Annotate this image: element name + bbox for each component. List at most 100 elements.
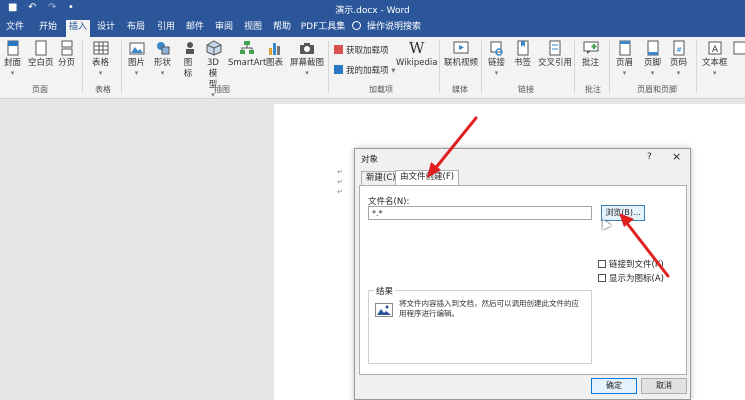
wikipedia-button[interactable]: W Wikipedia <box>396 40 437 69</box>
display-as-icon-label: 显示为图标(A) <box>609 274 664 284</box>
title-bar: ■ ↶ ↷ • 演示.docx - Word <box>0 0 745 17</box>
result-label: 结果 <box>374 285 396 297</box>
link-button[interactable]: 链接 ▾ <box>488 40 505 77</box>
tab-insert[interactable]: 插入 <box>66 20 90 37</box>
result-group: 将文件内容插入到文档，然后可以调用创建此文件的应用程序进行编辑。 <box>368 290 592 364</box>
tell-me-label: 操作说明搜索 <box>367 22 422 32</box>
get-addins-button[interactable]: 获取加载项 <box>334 45 389 57</box>
tab-design[interactable]: 设计 <box>94 20 118 37</box>
group-separator <box>481 41 482 93</box>
table-icon <box>93 41 108 55</box>
chart-button[interactable]: 图表 <box>266 40 283 69</box>
addins-group-name: 加载项 <box>369 85 393 94</box>
page-break-label: 分页 <box>58 58 76 68</box>
cross-reference-label: 交叉引用 <box>538 58 573 68</box>
text-box-button[interactable]: A 文本框 ▾ <box>702 40 728 77</box>
chart-label: 图表 <box>266 58 284 68</box>
cover-page-button[interactable]: 封面 ▾ <box>4 40 21 77</box>
picture-icon <box>129 42 144 55</box>
quick-parts-icon <box>733 41 745 55</box>
comments-group-name: 批注 <box>585 85 601 94</box>
ok-button[interactable]: 确定 <box>591 378 637 394</box>
smartart-button[interactable]: SmartArt <box>228 40 266 69</box>
result-icon <box>375 303 393 317</box>
addins-icon <box>334 65 343 74</box>
tab-view[interactable]: 视图 <box>241 20 265 37</box>
group-separator <box>574 41 575 93</box>
more-text-tools-button[interactable] <box>732 40 745 58</box>
footer-label: 页脚 <box>644 58 662 68</box>
page-group-name: 页面 <box>32 85 48 94</box>
header-icon <box>619 40 630 56</box>
result-description: 将文件内容插入到文档，然后可以调用创建此文件的应用程序进行编辑。 <box>399 299 579 318</box>
bookmark-button[interactable]: 书签 <box>514 40 531 69</box>
display-as-icon-checkbox[interactable]: 显示为图标(A) <box>598 272 664 284</box>
table-group-name: 表格 <box>95 85 111 94</box>
icons-button[interactable]: 图标 <box>182 40 194 80</box>
my-addins-label: 我的加载项 <box>346 66 389 76</box>
filename-input[interactable] <box>368 206 592 220</box>
window-title: 演示.docx - Word <box>335 6 410 16</box>
page-number-label: 页码 <box>670 58 688 68</box>
page-break-icon <box>61 40 72 56</box>
get-addins-label: 获取加载项 <box>346 46 389 56</box>
wikipedia-label: Wikipedia <box>396 58 438 68</box>
shapes-button[interactable]: 形状 ▾ <box>154 40 171 77</box>
tab-pdf-tools[interactable]: PDF工具集 <box>300 20 346 37</box>
tab-review[interactable]: 审阅 <box>212 20 236 37</box>
group-separator <box>696 41 697 93</box>
chart-icon <box>268 43 280 55</box>
shapes-label: 形状 <box>154 58 172 68</box>
tab-mailings[interactable]: 邮件 <box>183 20 207 37</box>
video-icon <box>453 41 469 54</box>
footer-icon <box>647 40 658 56</box>
text-box-label: 文本框 <box>702 58 728 68</box>
tab-layout[interactable]: 布局 <box>124 20 148 37</box>
tab-create-from-file[interactable]: 由文件创建(F) <box>395 170 460 186</box>
ribbon-tab-bar: 文件 开始 插入 设计 布局 引用 邮件 审阅 视图 帮助 PDF工具集 操作说… <box>0 17 745 37</box>
cross-reference-icon <box>549 40 561 56</box>
link-to-file-label: 链接到文件(K) <box>609 260 664 270</box>
pictures-button[interactable]: 图片 ▾ <box>128 40 145 77</box>
table-button[interactable]: 表格 ▾ <box>92 40 109 77</box>
page-number-button[interactable]: # 页码 ▾ <box>670 40 687 77</box>
ribbon: 封面 ▾ 空白页 分页 页面 表格 ▾ 表格 图片 ▾ 形状 ▾ 图标 3D 模型 ▾ S… <box>0 37 745 99</box>
checkbox-box[interactable] <box>598 260 606 268</box>
table-label: 表格 <box>92 58 110 68</box>
tell-me-search[interactable]: 操作说明搜索 <box>352 20 421 35</box>
close-button[interactable]: × <box>672 150 681 163</box>
icons-icon <box>186 42 194 54</box>
link-to-file-checkbox[interactable]: 链接到文件(K) <box>598 258 664 270</box>
tab-file[interactable]: 文件 <box>2 20 28 37</box>
blank-page-icon <box>35 40 47 56</box>
link-icon <box>490 41 503 56</box>
my-addins-button[interactable]: 我的加载项 ▾ <box>334 65 395 77</box>
cross-reference-button[interactable]: 交叉引用 <box>538 40 572 69</box>
comment-button[interactable]: 批注 <box>582 40 599 69</box>
group-separator <box>121 41 122 93</box>
dialog-title: 对象 <box>361 155 379 165</box>
create-from-file-panel: 文件名(N): 浏览(B)... 链接到文件(K) 显示为图标(A) 将文件内容… <box>359 185 687 375</box>
svg-text:A: A <box>712 45 719 55</box>
screenshot-button[interactable]: 屏幕截图 ▾ <box>290 40 324 77</box>
group-separator <box>328 41 329 93</box>
help-button[interactable]: ? <box>647 152 652 162</box>
page-number-icon: # <box>673 40 684 56</box>
smartart-label: SmartArt <box>228 58 267 68</box>
cancel-button[interactable]: 取消 <box>641 378 687 394</box>
blank-page-button[interactable]: 空白页 <box>28 40 54 69</box>
page-break-button[interactable]: 分页 <box>58 40 75 69</box>
online-video-button[interactable]: 联机视频 <box>444 40 478 69</box>
header-label: 页眉 <box>616 58 634 68</box>
tab-help[interactable]: 帮助 <box>270 20 294 37</box>
cover-page-label: 封面 <box>4 58 22 68</box>
footer-button[interactable]: 页脚 ▾ <box>644 40 661 77</box>
tab-home[interactable]: 开始 <box>34 20 62 37</box>
illustration-group-name: 插图 <box>214 85 230 94</box>
camera-icon <box>300 43 314 54</box>
svg-text:#: # <box>676 46 682 54</box>
tab-references[interactable]: 引用 <box>154 20 178 37</box>
header-button[interactable]: 页眉 ▾ <box>616 40 633 77</box>
checkbox-box[interactable] <box>598 274 606 282</box>
icons-label: 图标 <box>183 58 193 79</box>
